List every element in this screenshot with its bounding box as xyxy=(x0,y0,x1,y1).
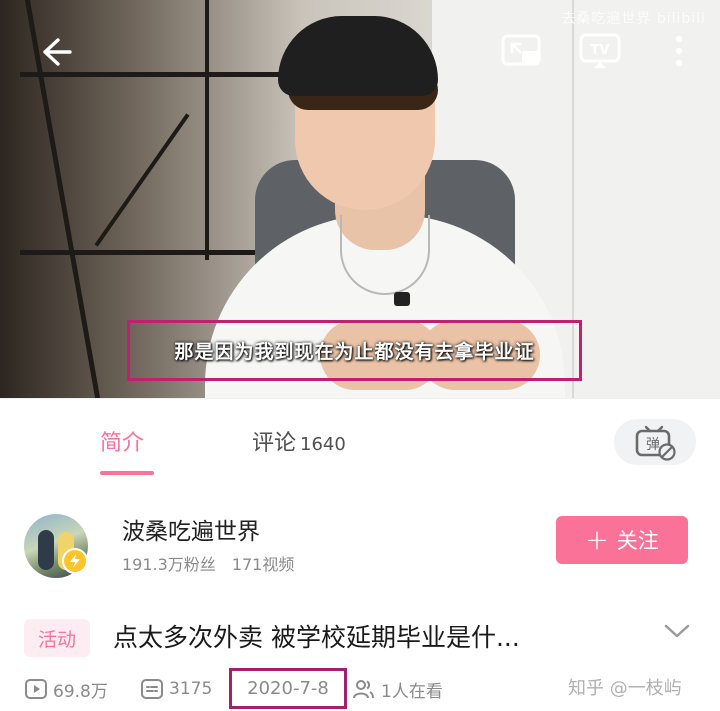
comment-count: 1640 xyxy=(300,434,346,455)
tv-cast-icon[interactable]: TV xyxy=(576,30,624,72)
mini-window-icon[interactable] xyxy=(498,30,544,72)
video-title: 点太多次外卖 被学校延期毕业是什... xyxy=(113,623,520,652)
danmaku-count: 3175 xyxy=(140,677,212,701)
play-icon xyxy=(25,679,47,699)
zhihu-watermark: 知乎 @一枝屿 xyxy=(568,678,682,699)
people-icon xyxy=(353,680,374,699)
necklace-pendant xyxy=(394,292,410,306)
plus-icon: + xyxy=(585,523,609,556)
subtitle-highlight-box: 那是因为我到现在为止都没有去拿毕业证 xyxy=(127,320,582,381)
back-arrow-icon[interactable] xyxy=(34,30,78,74)
uploader-name[interactable]: 波桑吃遍世界 xyxy=(122,512,260,546)
video-count: 171视频 xyxy=(231,555,295,574)
tab-bar: 简介 评论 1640 弹 xyxy=(0,398,720,478)
publish-date-highlight-box: 2020-7-8 xyxy=(229,668,347,709)
shelf-frame xyxy=(205,0,209,260)
svg-text:弹: 弹 xyxy=(646,437,660,453)
video-player[interactable]: 去桑吃遍世界 bilibili TV 那是因为我到现在为止都没有去拿毕业证 xyxy=(0,0,720,398)
more-vertical-icon[interactable] xyxy=(664,30,694,72)
chevron-down-icon[interactable] xyxy=(662,616,692,646)
video-subtitle: 那是因为我到现在为止都没有去拿毕业证 xyxy=(174,341,535,363)
tab-comments-label: 评论 xyxy=(252,431,297,456)
svg-text:TV: TV xyxy=(591,43,610,58)
watching-count: 1人在看 xyxy=(352,677,443,702)
play-count: 69.8万 xyxy=(24,677,108,702)
danmaku-toggle-button[interactable]: 弹 xyxy=(614,419,696,465)
verified-lightning-icon xyxy=(62,548,88,574)
tab-intro[interactable]: 简介 xyxy=(100,425,144,457)
danmaku-off-icon: 弹 xyxy=(635,425,676,461)
video-watermark: 去桑吃遍世界 bilibili xyxy=(561,11,706,27)
tab-comments[interactable]: 评论 1640 xyxy=(252,425,346,457)
fans-count: 191.3万粉丝 xyxy=(122,555,216,574)
shelf-frame xyxy=(94,113,190,247)
follow-label: 关注 xyxy=(616,529,659,553)
baseball-cap xyxy=(278,16,438,96)
publish-date: 2020-7-8 xyxy=(247,678,329,699)
danmaku-icon xyxy=(141,679,163,699)
tab-active-indicator xyxy=(100,471,154,475)
activity-tag[interactable]: 活动 xyxy=(24,619,91,657)
uploader-stats: 191.3万粉丝 171视频 xyxy=(122,551,294,575)
follow-button[interactable]: + 关注 xyxy=(556,516,688,564)
